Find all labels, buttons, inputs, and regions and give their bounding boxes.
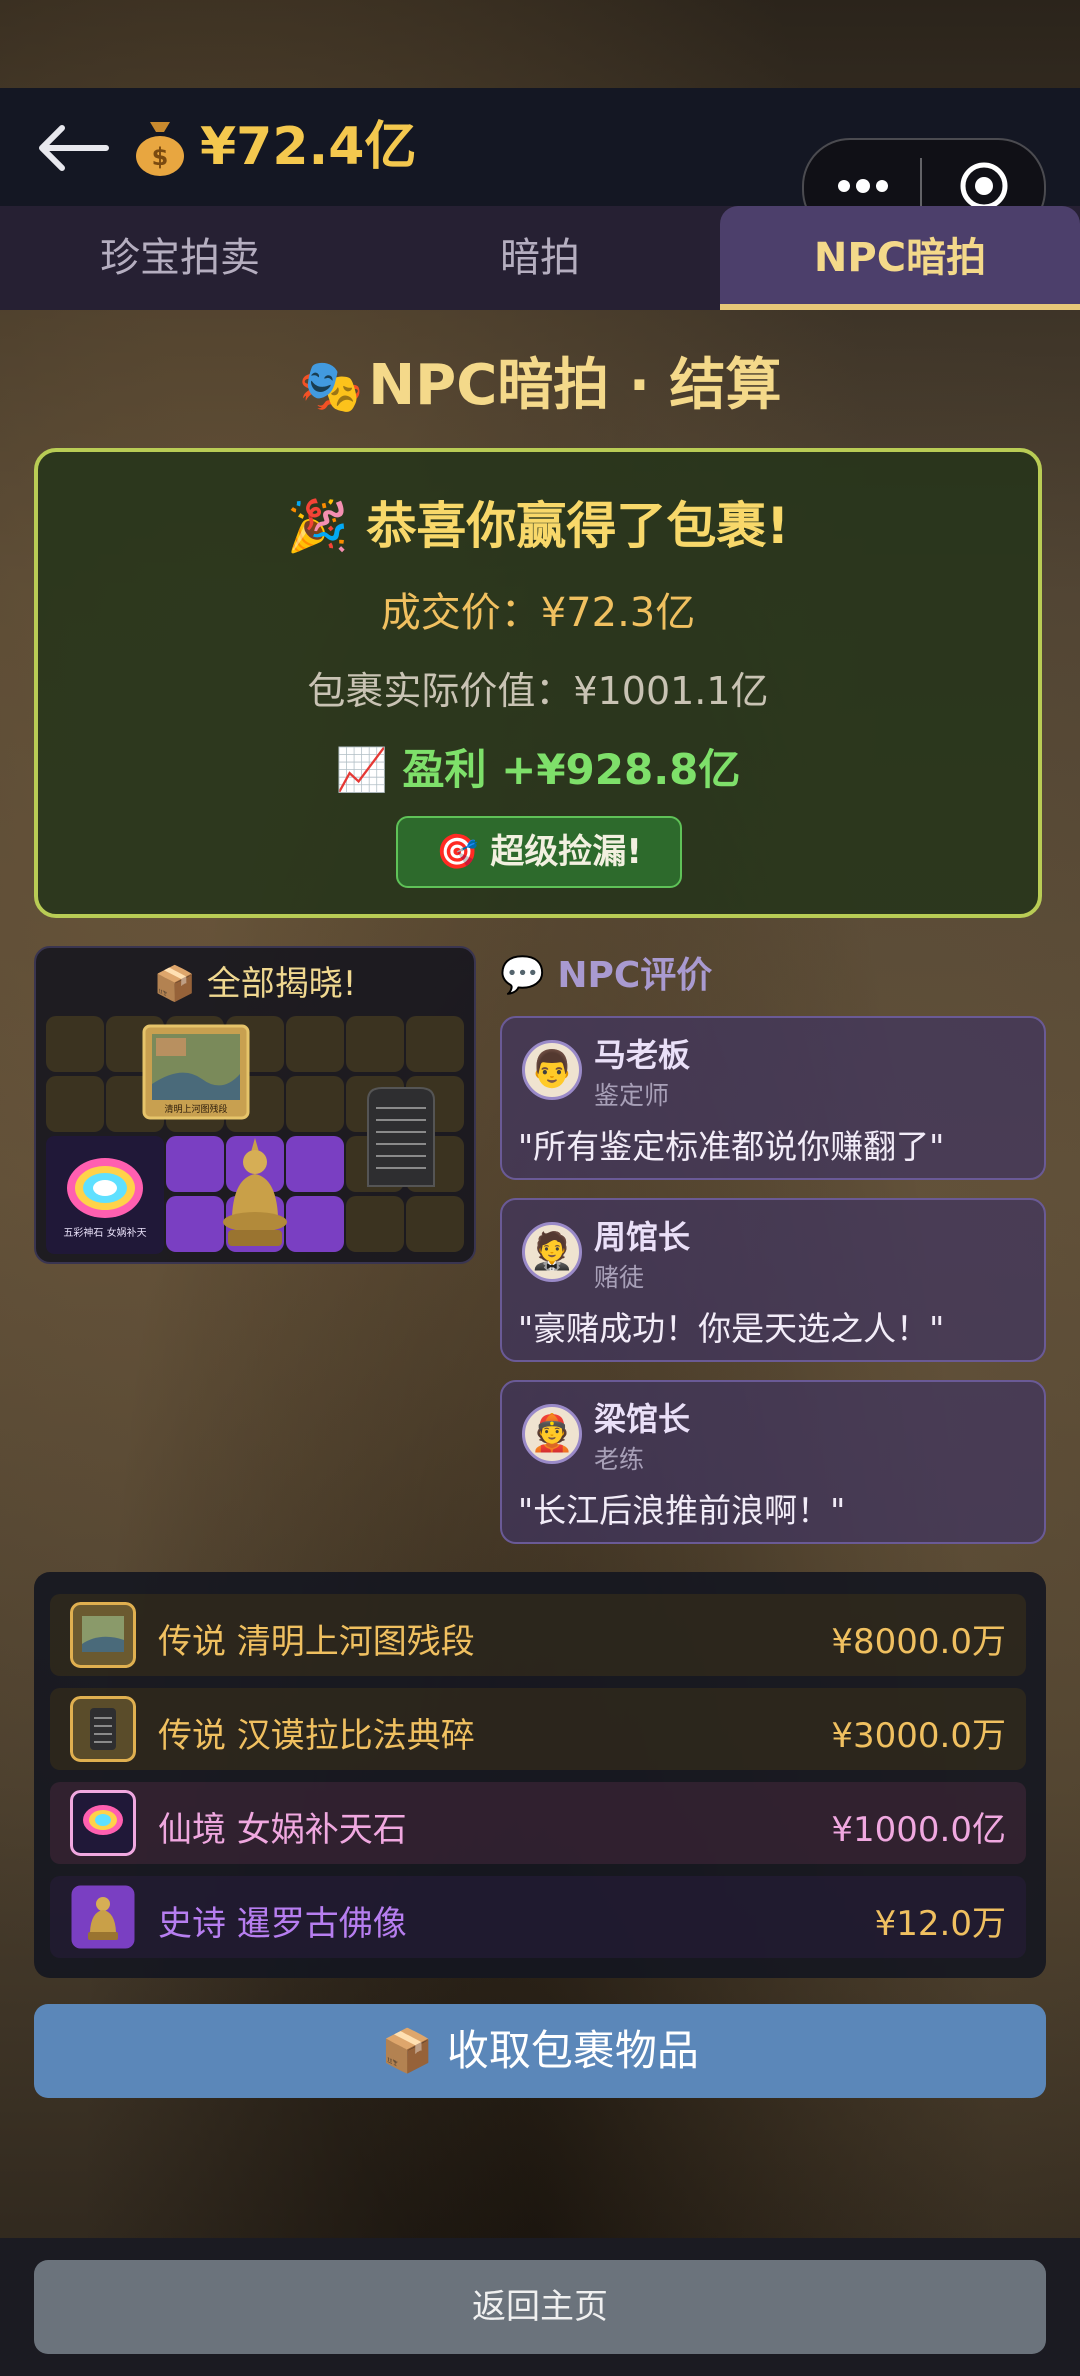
badge-text: 超级捡漏! (490, 832, 642, 872)
npc-name: 马老板 (594, 1036, 691, 1074)
congrats-text: 恭喜你赢得了包裹! (366, 497, 790, 555)
npc-name: 周馆长 (594, 1218, 691, 1256)
profit-row: 📈 盈利 +¥928.8亿 (34, 736, 1042, 797)
reveal-title-row: 📦 全部揭晓! (34, 956, 476, 1005)
buddha-statue-icon (71, 1885, 135, 1949)
tab-npc-blind-auction[interactable]: NPC暗拍 (720, 206, 1080, 310)
rainbow-stone-icon (70, 1790, 136, 1856)
deal-price: 成交价：¥72.3亿 (380, 590, 696, 636)
painting-scroll-icon (70, 1602, 136, 1668)
collect-button-label: 收取包裹物品 (446, 2026, 699, 2075)
npc-name: 梁馆长 (594, 1400, 691, 1438)
item-price: ¥12.0万 (874, 1904, 1006, 1944)
profit-text: 盈利 +¥928.8亿 (402, 745, 741, 794)
more-options-icon[interactable] (836, 178, 890, 194)
congrats-row: 🎉 恭喜你赢得了包裹! (34, 486, 1042, 558)
grid-cell (346, 1016, 404, 1072)
grid-cell (286, 1076, 344, 1132)
super-bargain-badge: 🎯 超级捡漏! (396, 816, 682, 888)
svg-text:清明上河图残段: 清明上河图残段 (164, 1103, 227, 1115)
npc-review-heading: 💬 NPC评价 (500, 946, 712, 998)
reveal-title: 全部揭晓! (206, 964, 357, 1004)
npc-quote: "所有鉴定标准都说你赚翻了" (518, 1127, 945, 1166)
stone-tablet-icon (367, 1087, 435, 1187)
svg-text:五彩神石 女娲补天: 五彩神石 女娲补天 (63, 1226, 146, 1239)
grid-cell (46, 1076, 104, 1132)
buddha-statue-icon (223, 1138, 287, 1246)
money-bag-icon: $ (136, 122, 184, 176)
tab-treasure-auction[interactable]: 珍宝拍卖 (0, 206, 360, 310)
npc-avatar-boss: 👨 (522, 1040, 582, 1100)
npc-quote: "长江后浪推前浪啊！" (518, 1491, 846, 1530)
close-miniprogram-icon[interactable] (958, 160, 1010, 212)
tab-blind-auction[interactable]: 暗拍 (360, 206, 720, 310)
item-price: ¥3000.0万 (831, 1716, 1006, 1756)
npc-quote: "豪赌成功！你是天选之人！" (518, 1309, 945, 1348)
npc-heading-text: NPC评价 (557, 955, 713, 996)
item-name: 仙境 女娲补天石 (158, 1810, 407, 1850)
speech-bubble-icon: 💬 (500, 955, 545, 996)
painting-scroll-icon: 清明上河图残段 (142, 1024, 250, 1120)
grid-cell (406, 1016, 464, 1072)
page-title: NPC暗拍 · 结算 (368, 353, 782, 418)
item-price: ¥1000.0亿 (831, 1810, 1006, 1850)
grid-cell (46, 1016, 104, 1072)
chart-up-icon: 📈 (335, 745, 388, 794)
item-name: 传说 清明上河图残段 (158, 1622, 475, 1662)
package-icon: 📦 (153, 964, 196, 1004)
grid-cell (346, 1196, 404, 1252)
npc-role: 老练 (594, 1445, 645, 1474)
item-price: ¥8000.0万 (831, 1622, 1006, 1662)
grid-cell (406, 1196, 464, 1252)
rainbow-stone-icon: 五彩神石 女娲补天 (46, 1136, 164, 1254)
item-name: 传说 汉谟拉比法典碎 (158, 1716, 475, 1756)
npc-role: 鉴定师 (594, 1081, 670, 1110)
item-name: 史诗 暹罗古佛像 (158, 1904, 407, 1944)
bullseye-icon: 🎯 (436, 832, 479, 872)
collect-items-button[interactable]: 📦 收取包裹物品 (34, 2004, 1046, 2098)
party-popper-icon: 🎉 (286, 497, 350, 555)
grid-cell (286, 1016, 344, 1072)
npc-avatar-veteran: 👲 (522, 1404, 582, 1464)
stone-tablet-icon (70, 1696, 136, 1762)
balance-display: ¥72.4亿 (200, 117, 417, 177)
theater-masks-icon: 🎭 (298, 357, 364, 417)
svg-text:$: $ (152, 143, 169, 171)
back-arrow-icon[interactable] (36, 122, 110, 174)
npc-role: 赌徒 (594, 1263, 645, 1292)
npc-avatar-curator: 🤵 (522, 1222, 582, 1282)
return-home-button[interactable]: 返回主页 (34, 2260, 1046, 2354)
actual-value: 包裹实际价值：¥1001.1亿 (307, 669, 769, 713)
package-icon: 📦 (381, 2026, 434, 2075)
page-title-row: 🎭 NPC暗拍 · 结算 (0, 340, 1080, 421)
